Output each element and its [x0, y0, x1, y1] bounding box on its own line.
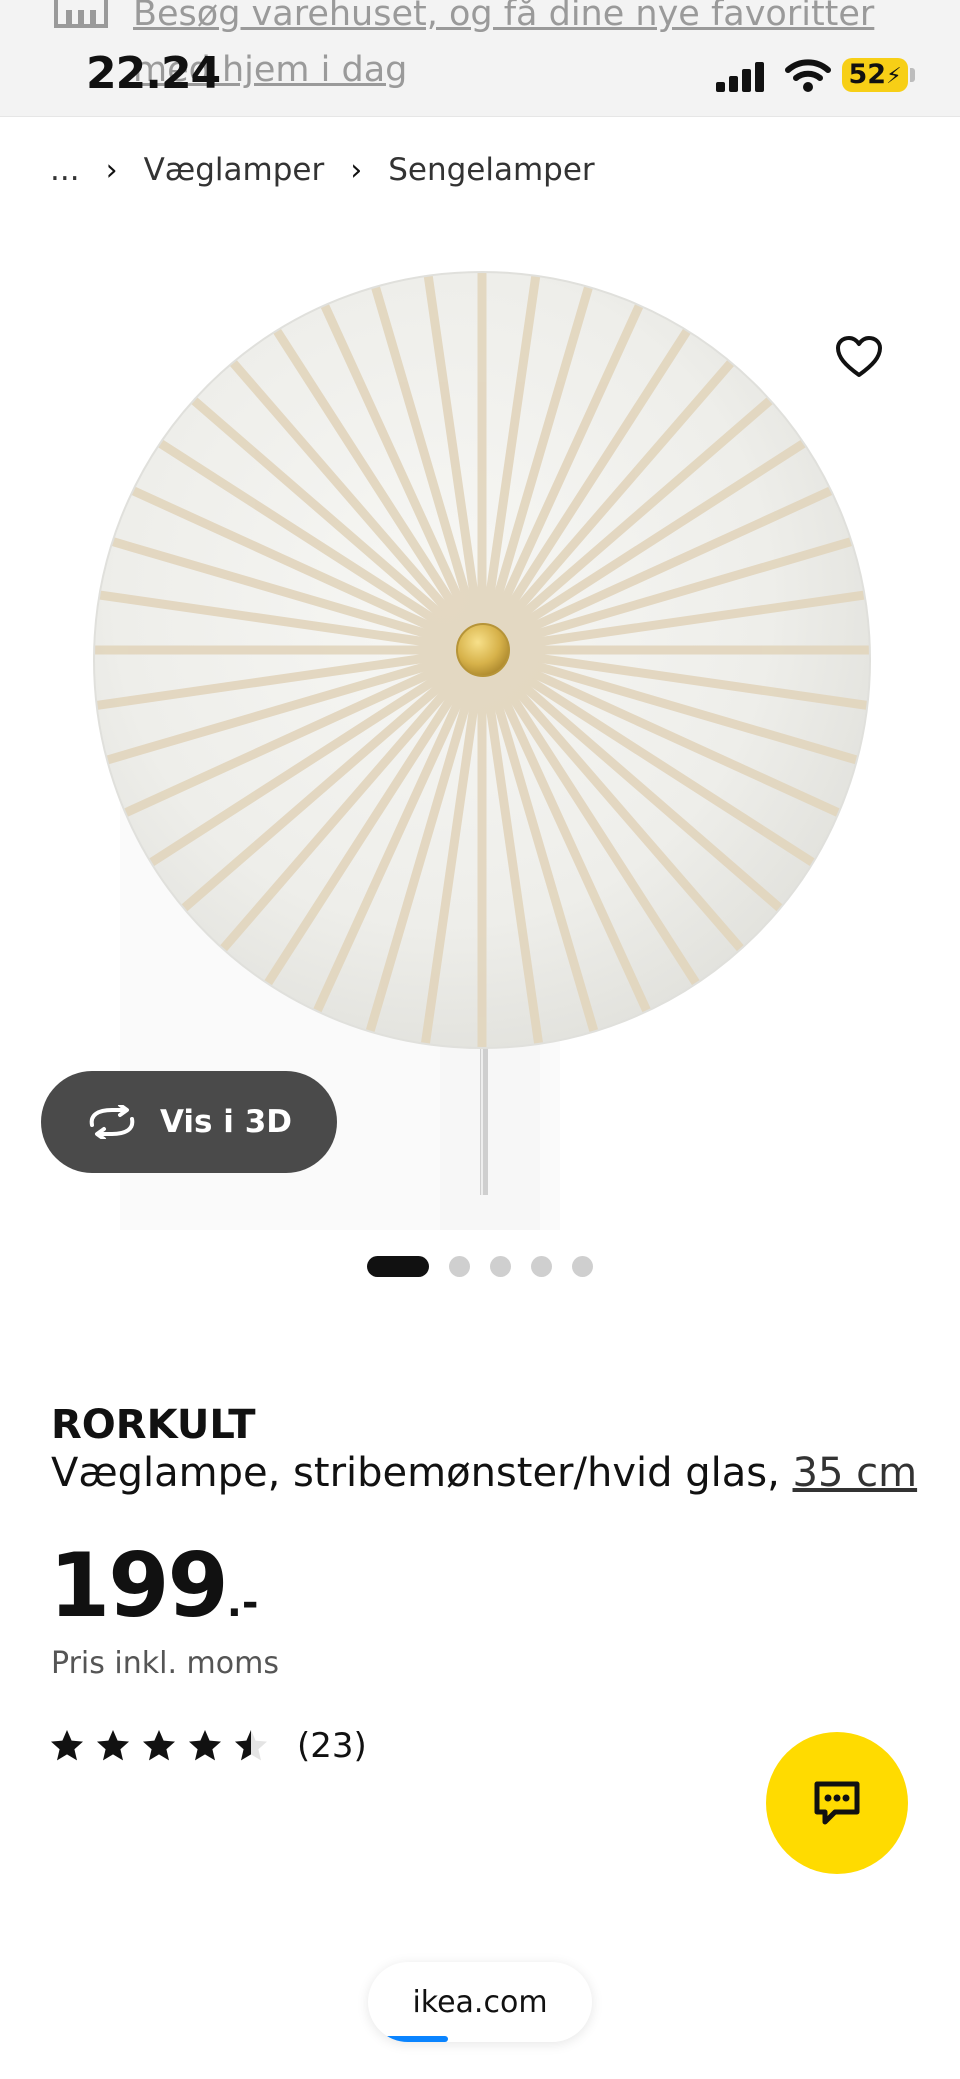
browser-url: ikea.com	[412, 1984, 548, 2020]
breadcrumb-item-sengelamper[interactable]: Sengelamper	[388, 152, 594, 188]
status-bar: Besøg varehuset, og få dine nye favoritt…	[0, 0, 960, 117]
star-icon	[235, 1730, 267, 1761]
battery-tip	[910, 68, 915, 82]
price-suffix: .-	[226, 1580, 259, 1626]
star-icon	[51, 1730, 83, 1761]
gallery-pagination	[367, 1256, 593, 1277]
status-time: 22.24	[86, 48, 221, 99]
chat-button[interactable]	[766, 1732, 908, 1874]
star-icon	[189, 1730, 221, 1761]
rating-stars	[49, 1728, 279, 1764]
product-brand: RORKULT	[51, 1402, 256, 1448]
breadcrumb-item-vaeglamper[interactable]: Væglamper	[144, 152, 325, 188]
rotate-3d-icon	[89, 1105, 135, 1139]
chevron-right-icon: ›	[350, 152, 363, 188]
chevron-right-icon: ›	[105, 152, 118, 188]
wifi-icon	[785, 59, 831, 92]
gallery-dot[interactable]	[490, 1256, 511, 1277]
favorite-button[interactable]	[826, 324, 892, 390]
product-description-text: Væglampe, stribemønster/hvid glas,	[51, 1450, 793, 1496]
browser-url-bar[interactable]: ikea.com	[368, 1962, 592, 2042]
page-load-progress	[378, 2036, 448, 2042]
breadcrumb-ellipsis[interactable]: ...	[50, 152, 80, 188]
view-in-3d-label: Vis i 3D	[159, 1104, 293, 1140]
price-value: 199	[49, 1534, 229, 1637]
battery-level: 52	[848, 59, 887, 90]
gallery-dot[interactable]	[572, 1256, 593, 1277]
heart-icon	[836, 336, 882, 377]
store-icon	[54, 0, 108, 28]
price-note: Pris inkl. moms	[51, 1646, 279, 1681]
product-rating[interactable]: (23)	[49, 1726, 367, 1766]
star-icon	[143, 1730, 175, 1761]
gallery-dot[interactable]	[367, 1256, 429, 1277]
breadcrumb: ... › Væglamper › Sengelamper	[50, 150, 595, 190]
product-size-link[interactable]: 35 cm	[793, 1450, 918, 1496]
gallery-dot[interactable]	[449, 1256, 470, 1277]
chat-icon	[814, 1781, 860, 1825]
gallery-dot[interactable]	[531, 1256, 552, 1277]
product-description: Væglampe, stribemønster/hvid glas, 35 cm	[51, 1450, 917, 1496]
product-price: 199.-	[49, 1536, 259, 1653]
signal-icon	[716, 62, 764, 92]
battery-icon: 52⚡	[842, 58, 908, 92]
view-in-3d-button[interactable]: Vis i 3D	[41, 1071, 337, 1173]
rating-count: (23)	[297, 1726, 367, 1766]
star-icon	[97, 1730, 129, 1761]
